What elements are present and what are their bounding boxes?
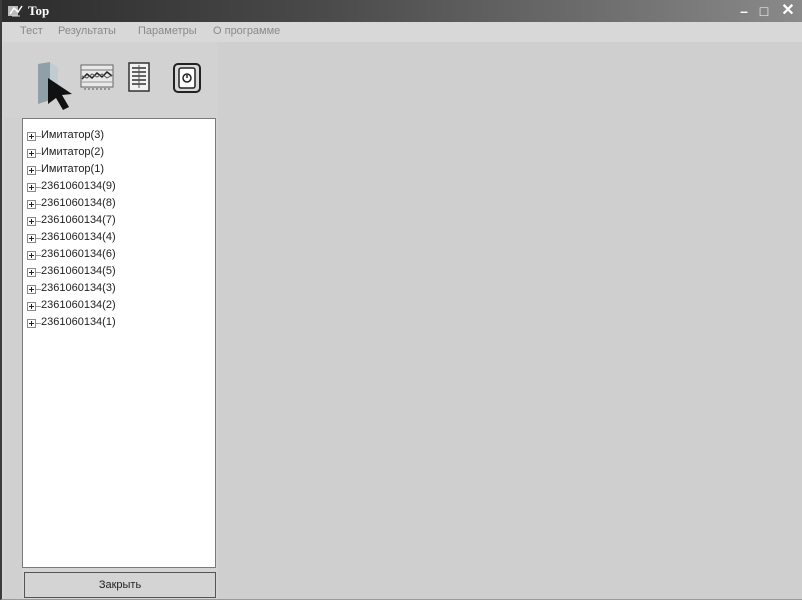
menu-results[interactable]: Результаты [58,25,116,37]
table-icon[interactable] [128,62,150,92]
tree-item-label: 2361060134(9) [41,180,116,192]
menu-about[interactable]: О программе [213,25,280,37]
minimize-button[interactable]: – [736,3,752,19]
device-tree[interactable]: Имитатор(3) Имитатор(2) Имитатор(1) 2361… [22,118,216,568]
expand-icon[interactable] [27,251,36,260]
expand-icon[interactable] [27,285,36,294]
expand-icon[interactable] [27,319,36,328]
tree-item-label: 2361060134(4) [41,231,116,243]
left-strip [4,118,22,599]
expand-icon[interactable] [27,183,36,192]
title-bar[interactable]: Top – □ ✕ [2,0,802,22]
window-title: Top [28,3,50,18]
graph-icon[interactable] [80,64,114,90]
app-icon [8,5,23,17]
menu-bar: Тест Результаты Параметры О программе [2,22,802,42]
expand-icon[interactable] [27,217,36,226]
close-window-button[interactable]: ✕ [780,3,796,19]
expand-icon[interactable] [27,302,36,311]
toolbar [4,42,218,118]
pointer-icon[interactable] [36,60,80,112]
expand-icon[interactable] [27,234,36,243]
expand-icon[interactable] [27,132,36,141]
maximize-button[interactable]: □ [756,3,772,19]
expand-icon[interactable] [27,166,36,175]
close-button[interactable]: Закрыть [24,572,216,598]
menu-parameters[interactable]: Параметры [138,25,197,37]
tree-item-label: 2361060134(3) [41,282,116,294]
tree-item-label: 2361060134(1) [41,316,116,328]
tree-item-label: 2361060134(8) [41,197,116,209]
tree-item-label: 2361060134(2) [41,299,116,311]
expand-icon[interactable] [27,149,36,158]
tree-item-label: 2361060134(7) [41,214,116,226]
expand-icon[interactable] [27,268,36,277]
tree-item-label: Имитатор(3) [41,129,104,141]
tree-item-label: 2361060134(5) [41,265,116,277]
menu-test[interactable]: Тест [20,25,43,37]
tree-item-label: Имитатор(1) [41,163,104,175]
tree-item-label: 2361060134(6) [41,248,116,260]
tree-item-label: Имитатор(2) [41,146,104,158]
device-icon[interactable] [172,62,202,94]
main-workspace [218,42,802,599]
expand-icon[interactable] [27,200,36,209]
app-window: Top – □ ✕ Тест Результаты Параметры О пр… [0,0,802,600]
